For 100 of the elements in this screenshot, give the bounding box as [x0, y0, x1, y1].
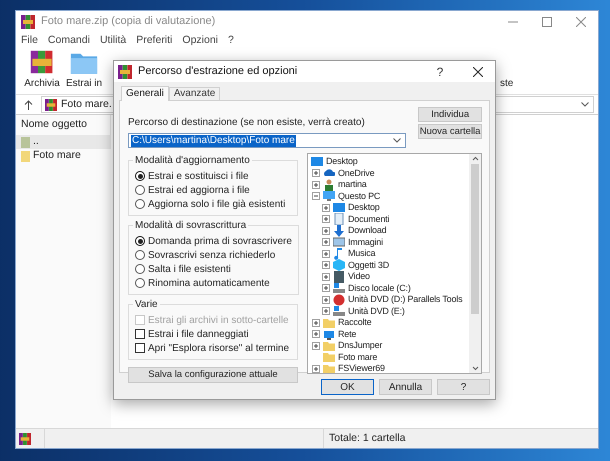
up-arrow-icon[interactable] [24, 100, 33, 110]
network-icon [323, 328, 335, 340]
user-icon [323, 178, 335, 191]
tree-item[interactable]: Disco locale (C:) [348, 282, 411, 294]
tree-item[interactable]: Desktop [326, 156, 358, 168]
toolbar-button[interactable]: ste [500, 76, 522, 91]
expand-toggle-icon[interactable] [312, 364, 320, 373]
expand-toggle-icon[interactable] [322, 226, 330, 235]
chevron-down-icon[interactable] [393, 138, 402, 143]
radio-label[interactable]: Salta i file esistenti [148, 262, 231, 276]
dialog-button[interactable]: Individua [418, 107, 482, 122]
tree-item[interactable]: Rete [338, 328, 356, 340]
menu-item[interactable]: ? [228, 32, 234, 48]
group-title: Modalità di sovrascrittura [134, 219, 248, 233]
tree-item[interactable]: Oggetti 3D [348, 260, 390, 271]
computer-icon [323, 190, 335, 202]
checkbox-label[interactable]: Apri "Esplora risorse" al termine [148, 340, 290, 356]
menu-item[interactable]: Utilità [100, 32, 126, 48]
radio-button[interactable] [135, 185, 145, 195]
chevron-down-icon[interactable] [581, 102, 589, 107]
tab[interactable]: Avanzate [168, 87, 220, 100]
file-row[interactable]: .. [16, 135, 111, 149]
checkbox[interactable] [135, 343, 145, 353]
expand-toggle-icon[interactable] [312, 330, 320, 338]
tree-item[interactable]: Unità DVD (D:) Parallels Tools [348, 294, 462, 306]
expand-toggle-icon[interactable] [322, 215, 330, 224]
tree-item[interactable]: FSViewer69 [338, 363, 385, 373]
tree-item[interactable]: Unità DVD (E:) [348, 306, 405, 317]
expand-toggle-icon[interactable] [322, 238, 330, 246]
document-icon [333, 213, 345, 226]
drive-icon [333, 282, 345, 294]
radio-label[interactable]: Estrai ed aggiorna i file [148, 182, 250, 198]
desktop-icon [333, 202, 345, 214]
folder-icon [323, 316, 335, 329]
dialog-button[interactable]: ? [437, 379, 490, 395]
expand-toggle-icon[interactable] [312, 342, 320, 350]
archive-app-icon [118, 64, 132, 78]
tree-item[interactable]: Foto mare [338, 352, 378, 363]
expand-toggle-icon[interactable] [312, 180, 320, 189]
tree-item[interactable]: martina [338, 179, 367, 190]
archive-app-icon [45, 98, 57, 110]
radio-label[interactable]: Sovrascrivi senza richiederlo [148, 248, 276, 262]
radio-button[interactable] [135, 236, 145, 246]
menu-item[interactable]: File [21, 32, 38, 48]
menu-item[interactable]: Preferiti [136, 32, 172, 48]
dialog-title: Percorso d'estrazione ed opzioni [138, 64, 298, 80]
help-button[interactable]: ? [425, 62, 455, 80]
toolbar-button[interactable]: Archivia [23, 49, 61, 91]
scrollbar[interactable] [469, 154, 481, 373]
tree-item[interactable]: DnsJumper [338, 340, 382, 352]
toolbar-button[interactable]: Estrai in [65, 50, 103, 91]
expand-toggle-icon[interactable] [322, 307, 330, 316]
dialog-button[interactable]: Annulla [379, 379, 432, 395]
column-header[interactable]: Nome oggetto [21, 117, 87, 133]
status-text: Totale: 1 cartella [328, 430, 406, 446]
dialog-button[interactable]: OK [321, 379, 374, 395]
cube-icon [333, 259, 345, 272]
menu-item[interactable]: Comandi [48, 32, 90, 48]
radio-button[interactable] [135, 199, 145, 209]
window-title: Foto mare.zip (copia di valutazione) [41, 14, 216, 30]
group-title: Varie [134, 298, 159, 312]
tree-item[interactable]: Raccolte [338, 317, 372, 328]
destination-combo-box[interactable]: C:\Users\martina\Desktop\Foto mare [128, 133, 406, 148]
tree-item[interactable]: Video [348, 271, 370, 282]
expand-toggle-icon[interactable] [322, 284, 330, 292]
expand-toggle-icon[interactable] [322, 204, 330, 212]
collapse-toggle-icon[interactable] [312, 192, 320, 200]
expand-toggle-icon[interactable] [322, 261, 330, 270]
tab[interactable]: Generali [121, 86, 169, 101]
tree-item[interactable]: Download [348, 225, 386, 236]
expand-toggle-icon[interactable] [322, 272, 330, 281]
video-icon [333, 270, 345, 283]
tree-item[interactable]: Musica [348, 248, 376, 260]
tree-item[interactable]: Questo PC [338, 190, 380, 202]
file-row[interactable]: Foto mare [16, 149, 111, 163]
expand-toggle-icon[interactable] [312, 169, 320, 178]
radio-button[interactable] [135, 278, 145, 288]
books-icon [30, 49, 54, 75]
music-note-icon [333, 248, 345, 260]
group-title: Modalità d'aggiornamento [134, 154, 251, 168]
radio-label[interactable]: Estrai e sostituisci i file [148, 168, 249, 184]
expand-toggle-icon[interactable] [322, 296, 330, 304]
checkbox-label[interactable]: Estrai i file danneggiati [148, 326, 249, 342]
checkbox[interactable] [135, 329, 145, 339]
menu-item[interactable]: Opzioni [182, 32, 218, 48]
folder-icon [21, 136, 30, 148]
radio-label[interactable]: Aggiorna solo i file già esistenti [148, 196, 286, 212]
radio-button[interactable] [135, 171, 145, 181]
expand-toggle-icon[interactable] [312, 318, 320, 327]
tree-item[interactable]: Documenti [348, 214, 390, 225]
tree-item[interactable]: Desktop [348, 202, 380, 214]
dialog-button[interactable]: Nuova cartella [418, 124, 482, 139]
expand-toggle-icon[interactable] [322, 250, 330, 258]
tree-item[interactable]: OneDrive [338, 168, 374, 179]
save-settings-button[interactable]: Salva la configurazione attuale [128, 367, 298, 383]
radio-button[interactable] [135, 264, 145, 274]
tree-item[interactable]: Immagini [348, 236, 383, 248]
radio-button[interactable] [135, 250, 145, 260]
radio-label[interactable]: Domanda prima di sovrascrivere [148, 234, 292, 248]
radio-label[interactable]: Rinomina automaticamente [148, 276, 270, 290]
